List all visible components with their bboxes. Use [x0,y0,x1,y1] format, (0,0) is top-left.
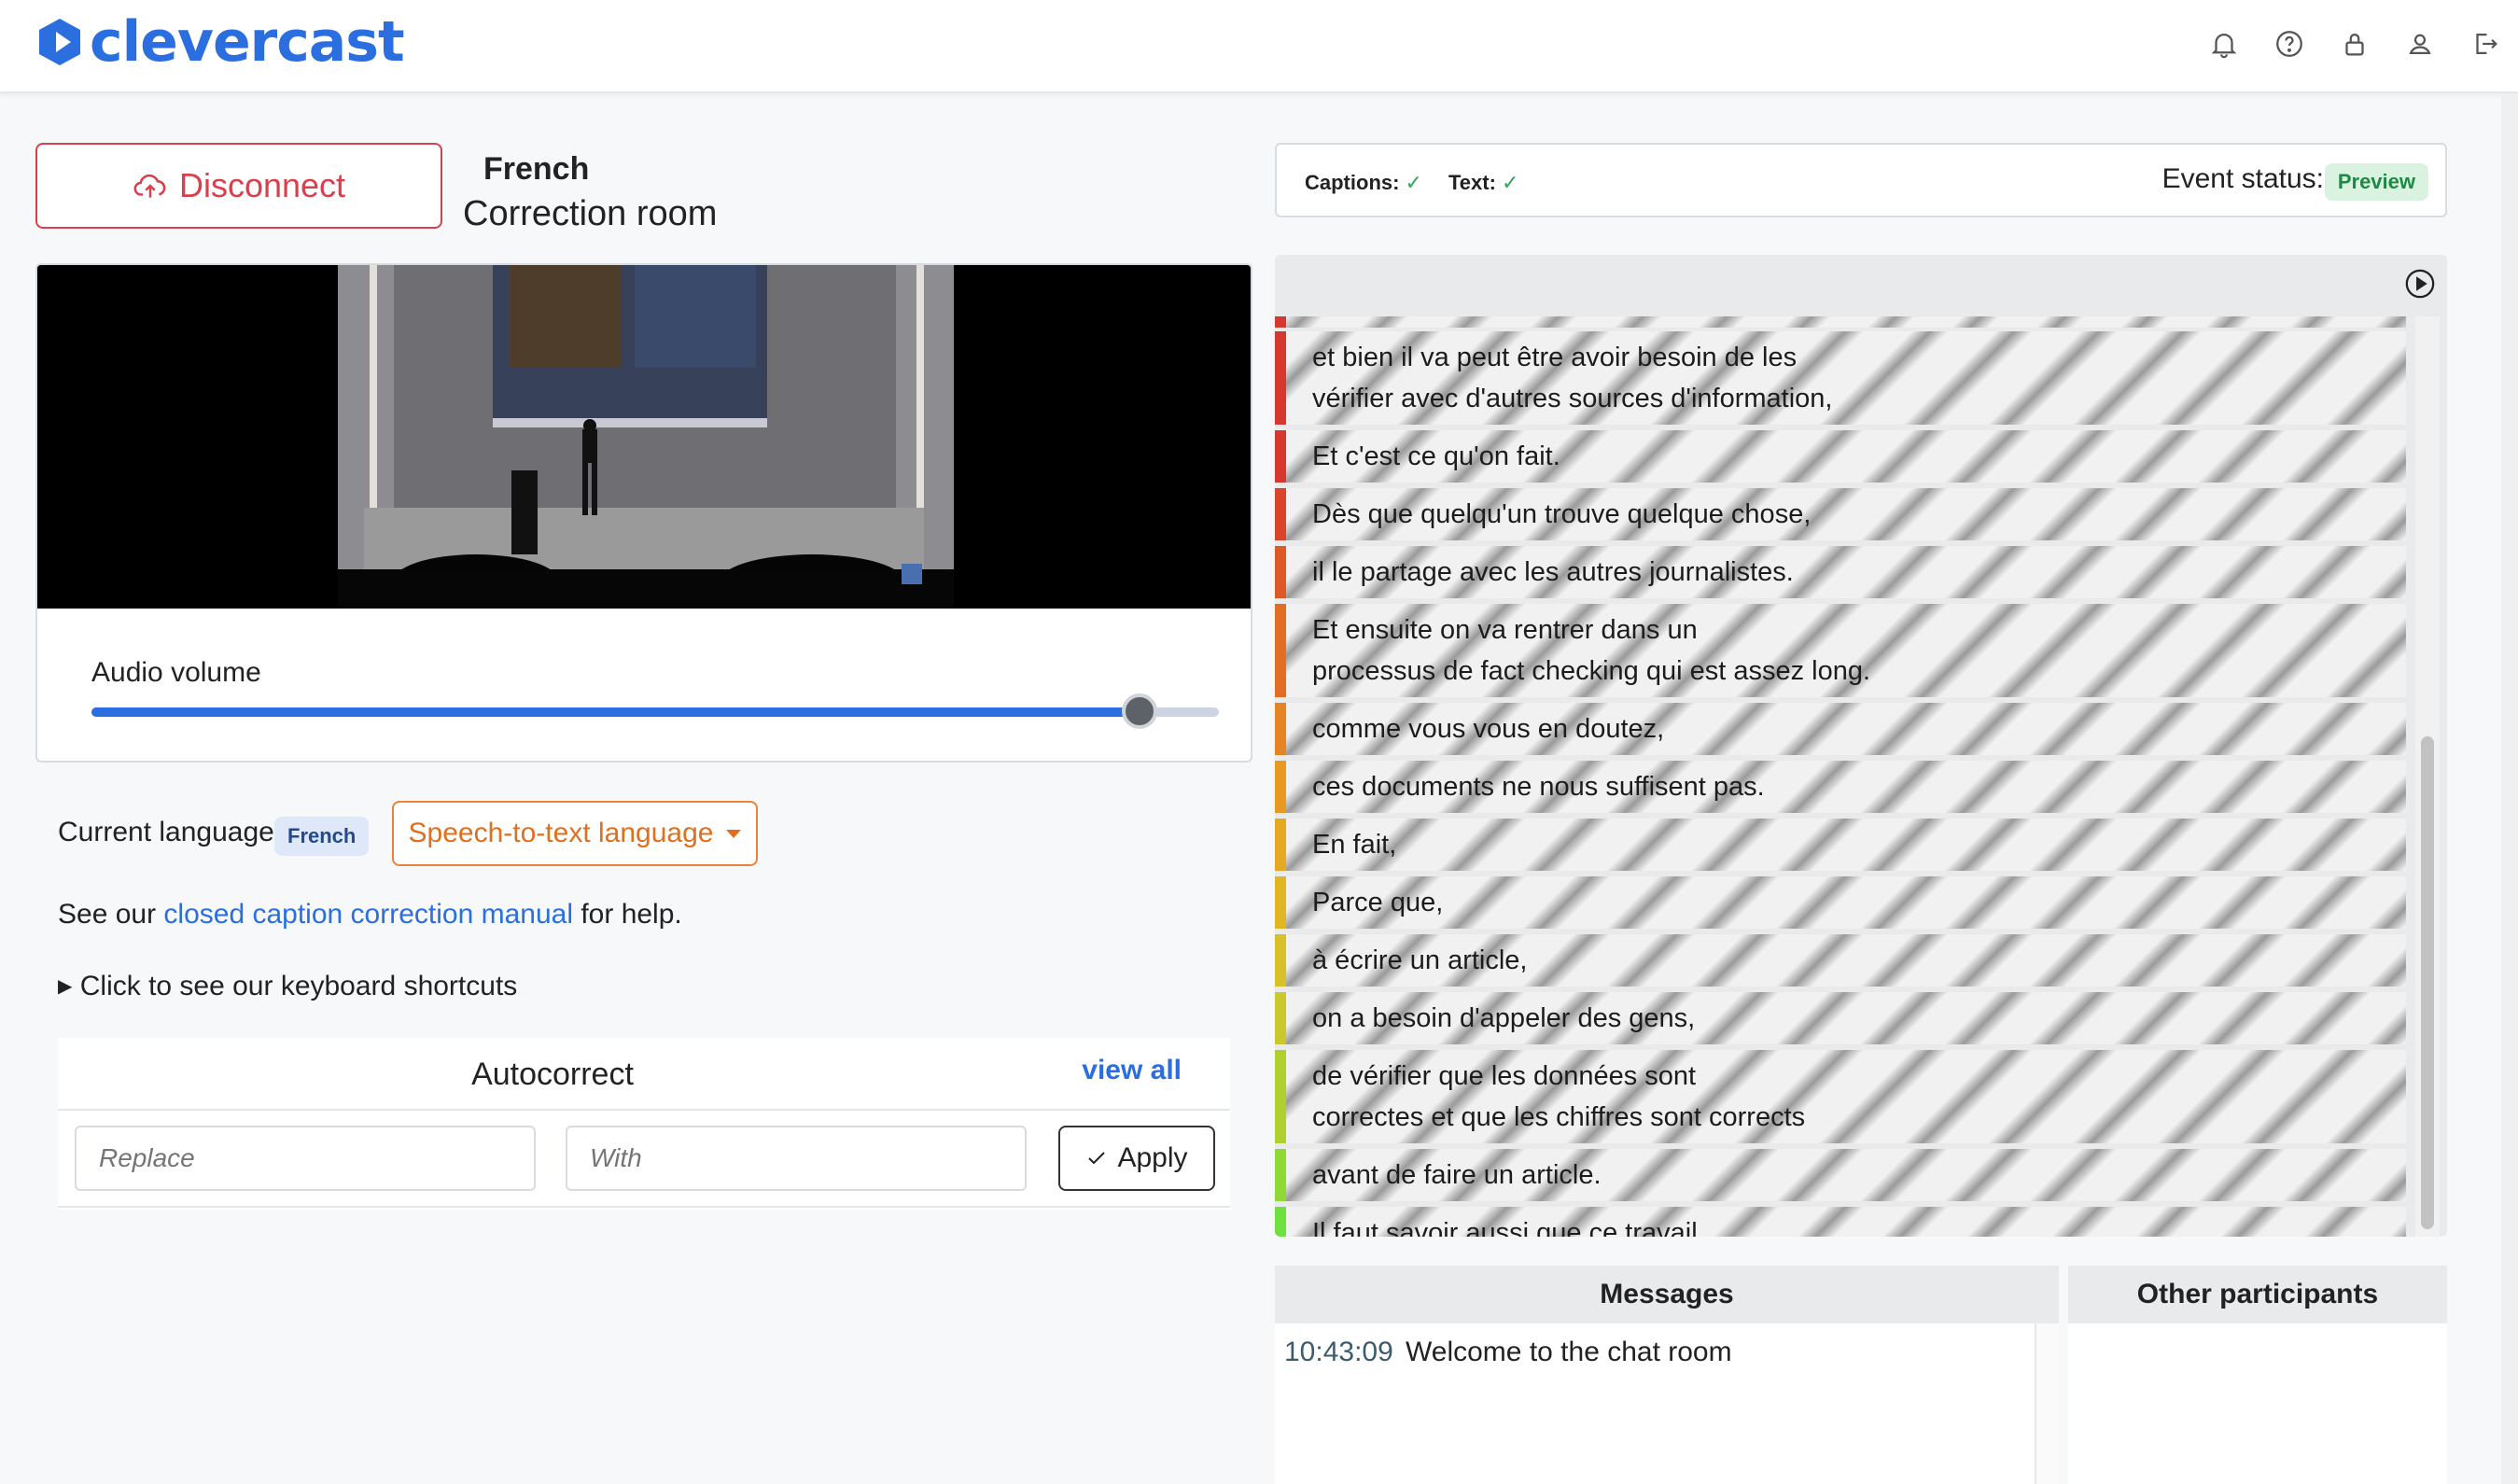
caption-row[interactable]: on a besoin d'appeler des gens, [1275,992,2406,1044]
caption-line: vérifier avec d'autres sources d'informa… [1312,384,1833,413]
logo-text: clevercast [90,9,405,75]
view-all-link[interactable]: view all [1082,1055,1182,1086]
current-language-label: Current language: [58,817,283,847]
caption-row[interactable]: et bien il va peut être avoir besoin de … [1275,331,2406,425]
caption-line: Et c'est ce qu'on fait. [1312,441,1560,471]
event-status-badge: Preview [2324,163,2428,201]
caption-line: correctes et que les chiffres sont corre… [1312,1102,1806,1132]
correction-manual-link[interactable]: closed caption correction manual [163,899,573,930]
other-participants-tab[interactable]: Other participants [2068,1266,2447,1323]
caption-line: et bien il va peut être avoir besoin de … [1312,343,1798,372]
caption-line: comme vous vous en doutez, [1312,714,1665,744]
bell-icon[interactable] [2191,21,2257,67]
message-text: Welcome to the chat room [1406,1337,1732,1367]
caption-line: Il faut savoir aussi que ce travail [1312,1218,1698,1237]
check-icon [1088,1152,1106,1165]
caption-line: En fait, [1312,830,1397,860]
caption-line: ces documents ne nous suffisent pas. [1312,772,1765,802]
disconnect-button[interactable]: Disconnect [35,143,442,229]
caption-line: à écrire un article, [1312,945,1528,975]
caption-row[interactable]: avant de faire un article. [1275,1149,2406,1201]
replace-input[interactable] [75,1126,536,1191]
top-header: clevercast [0,0,2518,93]
lock-icon[interactable] [2322,21,2387,67]
caption-line: de vérifier que les données sont [1312,1061,1697,1091]
logout-icon[interactable] [2453,21,2518,67]
caption-row[interactable]: comme vous vous en doutez, [1275,703,2406,755]
keyboard-shortcuts-toggle[interactable]: ▶ Click to see our keyboard shortcuts [58,971,517,1002]
current-language-badge: French [274,817,370,856]
help-icon[interactable] [2257,21,2322,67]
status-bar: Captions: ✓ Text: ✓ Event status: Preview [1275,143,2447,217]
autocorrect-panel: Autocorrect view all Apply [58,1038,1230,1210]
caption-row[interactable]: ces documents ne nous suffisent pas. [1275,761,2406,813]
clevercast-logo[interactable]: clevercast [37,9,405,75]
caption-line: Dès que quelqu'un trouve quelque chose, [1312,499,1812,529]
triangle-right-icon: ▶ [58,976,73,997]
caption-row[interactable]: En fait, [1275,819,2406,871]
shortcuts-label: Click to see our keyboard shortcuts [79,971,518,1001]
caption-row[interactable]: il le partage avec les autres journalist… [1275,546,2406,598]
apply-label: Apply [1117,1142,1188,1173]
check-icon: ✓ [1501,171,1519,194]
video-player[interactable] [37,265,1251,614]
room-name: Correction room [463,194,718,233]
caption-line: Et ensuite on va rentrer dans un [1312,615,1698,645]
user-icon[interactable] [2387,21,2453,67]
captions-status-label: Captions: [1305,171,1400,194]
audio-volume-thumb[interactable] [1122,693,1158,729]
captions-toolbar [1275,255,2447,316]
event-status-label: Event status: [2161,163,2324,194]
caption-line: Parce que, [1312,888,1444,917]
caption-line: il le partage avec les autres journalist… [1312,557,1794,587]
audio-volume-slider[interactable] [91,693,1219,729]
help-prefix: See our [58,899,157,930]
speech-to-text-language-dropdown[interactable]: Speech-to-text language [392,801,758,866]
message-time: 10:43:09 [1284,1337,1393,1367]
caption-row[interactable]: Dès que quelqu'un trouve quelque chose, [1275,488,2406,540]
captions-status: Captions: ✓ [1305,171,1422,195]
page-scrollbar[interactable] [2501,93,2518,1484]
caption-row[interactable]: Parce que, [1275,876,2406,929]
audio-volume-fill [91,707,1140,717]
help-suffix: for help. [581,899,682,930]
caption-row[interactable]: Il faut savoir aussi que ce travailde co… [1275,1207,2406,1237]
autocorrect-title: Autocorrect [471,1057,634,1092]
video-card: Audio volume [35,263,1252,763]
text-status: Text: ✓ [1448,171,1518,195]
caption-row[interactable]: Et c'est ce qu'on fait. [1275,430,2406,483]
caption-row[interactable]: Et ensuite on va rentrer dans un processu… [1275,604,2406,697]
check-icon: ✓ [1405,171,1422,194]
captions-scrollbar-thumb[interactable] [2421,736,2434,1229]
video-frame [37,265,1251,614]
play-circle-icon[interactable] [2404,268,2436,300]
disconnect-label: Disconnect [178,166,346,204]
participants-panel [2068,1323,2447,1484]
caption-line: processus de fact checking qui est assez… [1312,656,1871,686]
room-language: French [483,151,590,187]
with-input[interactable] [566,1126,1027,1191]
caption-line: on a besoin d'appeler des gens, [1312,1003,1696,1033]
caret-down-icon [726,829,742,838]
caption-row[interactable]: de vérifier que les données sont correcte… [1275,1050,2406,1143]
caption-row[interactable]: à écrire un article, [1275,934,2406,987]
divider [58,1109,1230,1111]
help-text: See our closed caption correction manual… [58,899,682,931]
messages-panel: 10:43:09 Welcome to the chat room [1275,1323,2059,1484]
captions-scrollbar[interactable] [2415,316,2440,1237]
cloud-upload-icon [133,174,166,198]
caption-line: avant de faire un article. [1312,1160,1602,1190]
logo-mark-icon [39,19,80,65]
divider [58,1206,1230,1208]
apply-button[interactable]: Apply [1058,1126,1215,1191]
captions-panel: et bien il va peut être avoir besoin de … [1275,255,2447,1237]
text-status-label: Text: [1448,171,1496,194]
messages-tab[interactable]: Messages [1275,1266,2059,1323]
messages-scrollbar[interactable] [2035,1323,2059,1484]
audio-volume-label: Audio volume [91,657,261,688]
stt-button-label: Speech-to-text language [408,818,714,848]
